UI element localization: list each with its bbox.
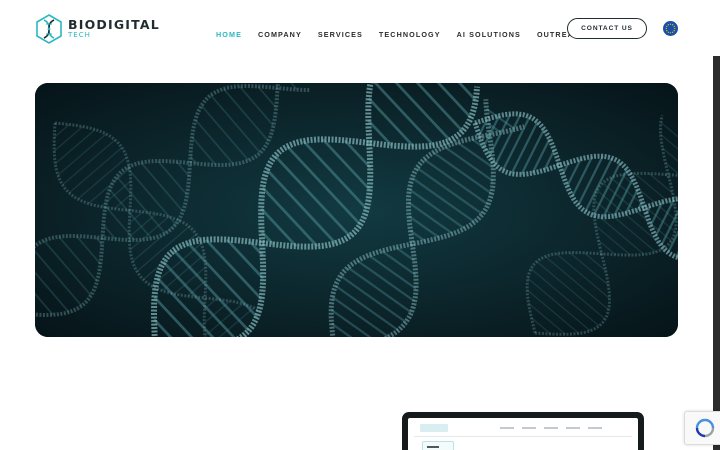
dna-helix-image (35, 83, 678, 337)
brand-name: BIODIGITAL (68, 16, 160, 32)
brand-sub: TECH (68, 31, 91, 40)
mini-logo (420, 424, 448, 432)
laptop-screen (408, 418, 638, 450)
nav-item-company[interactable]: COMPANY (258, 30, 302, 39)
nav-item-technology[interactable]: TECHNOLOGY (379, 30, 441, 39)
mini-divider (414, 436, 632, 437)
page-scrollbar[interactable] (713, 56, 720, 450)
nav-item-home[interactable]: HOME (216, 30, 242, 39)
nav-item-ai-solutions[interactable]: AI SOLUTIONS (457, 30, 521, 39)
contact-us-button[interactable]: CONTACT US (567, 18, 647, 39)
laptop-dashboard-preview (402, 412, 644, 450)
eu-flag-icon[interactable] (663, 21, 678, 36)
mini-dashboard-card (422, 441, 454, 450)
main-nav: HOME COMPANY SERVICES TECHNOLOGY AI SOLU… (216, 29, 602, 39)
brand-logo[interactable]: BIODIGITAL TECH (34, 12, 159, 46)
page: BIODIGITAL TECH HOME COMPANY SERVICES TE… (0, 0, 720, 450)
recaptcha-icon[interactable] (684, 411, 720, 445)
mini-nav (500, 427, 610, 429)
nav-item-services[interactable]: SERVICES (318, 30, 363, 39)
dna-logo-icon (36, 14, 62, 44)
